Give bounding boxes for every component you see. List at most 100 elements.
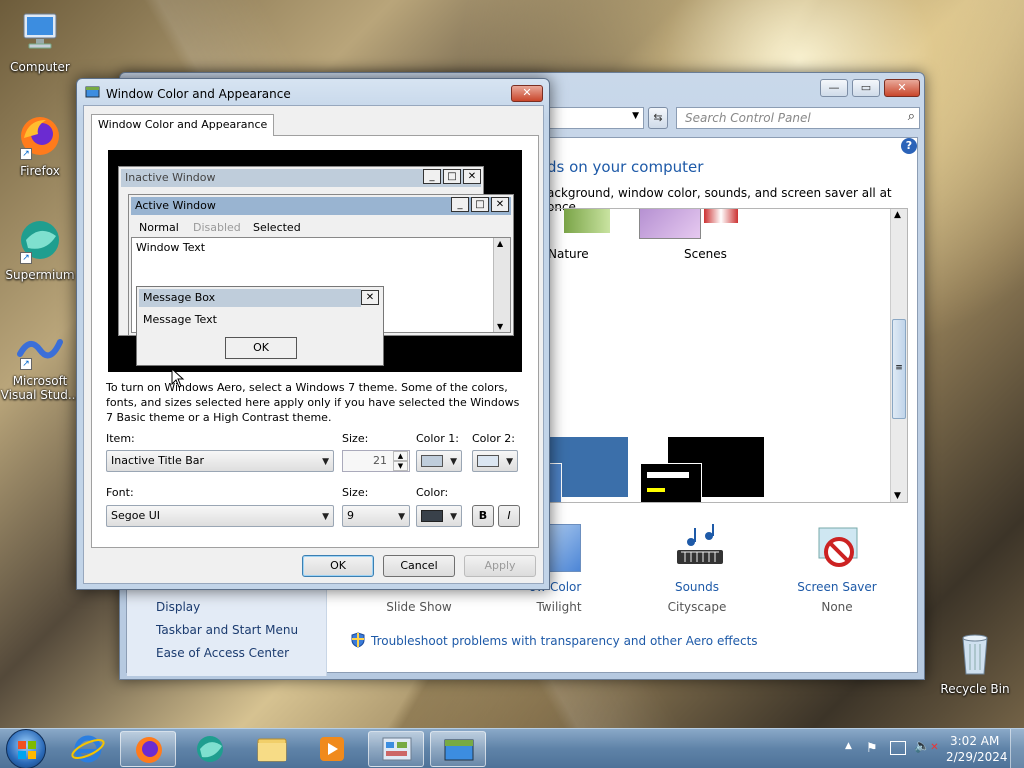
refresh-button[interactable]: ⇆ <box>648 107 668 129</box>
color1-picker[interactable]: ▼ <box>416 450 462 472</box>
troubleshoot-link[interactable]: Troubleshoot problems with transparency … <box>371 634 758 648</box>
shortcut-arrow-icon: ↗ <box>20 252 32 264</box>
chevron-up-icon: ▲ <box>497 239 504 248</box>
bold-button[interactable]: B <box>472 505 494 527</box>
ok-button[interactable]: OK <box>302 555 374 577</box>
maximize-button[interactable]: ▭ <box>852 79 880 97</box>
close-icon: ✕ <box>491 197 509 212</box>
close-icon: ✕ <box>361 290 379 305</box>
taskbar-media-player[interactable] <box>304 731 360 767</box>
font-color-swatch <box>421 510 443 522</box>
theme-list-scrollbar[interactable]: ▲ ≡ ▼ <box>890 209 907 502</box>
cancel-button[interactable]: Cancel <box>383 555 455 577</box>
chevron-up-icon[interactable]: ▲ <box>393 451 408 461</box>
search-icon[interactable]: ⌕ <box>908 109 915 124</box>
item-select[interactable]: Inactive Title Bar ▼ <box>106 450 334 472</box>
chevron-down-icon: ▼ <box>497 322 504 331</box>
sidebar-item-taskbar[interactable]: Taskbar and Start Menu <box>156 623 298 637</box>
appearance-preview: Inactive Window _ □ ✕ Active Window _ □ … <box>108 150 522 372</box>
tab-panel: Inactive Window _ □ ✕ Active Window _ □ … <box>91 135 539 548</box>
color2-swatch <box>477 455 499 467</box>
screen-saver-icon[interactable] <box>815 524 863 574</box>
taskbar-explorer[interactable] <box>244 731 300 767</box>
taskbar-control-panel[interactable] <box>368 731 424 767</box>
desktop-icon-supermium[interactable]: ↗ Supermium <box>0 216 80 282</box>
taskbar-supermium[interactable] <box>182 731 238 767</box>
chevron-down-icon: ▼ <box>398 512 405 522</box>
show-hidden-icons-button[interactable]: ▲ <box>845 741 852 751</box>
window-color-swatch[interactable] <box>547 524 581 572</box>
appearance-icon <box>444 739 474 761</box>
font-size-select[interactable]: 9 ▼ <box>342 505 410 527</box>
visual-studio-icon: ↗ <box>16 330 64 370</box>
sidebar: Display Taskbar and Start Menu Ease of A… <box>127 586 327 676</box>
screen-saver-link[interactable]: Screen Saver <box>777 580 897 594</box>
font-color-picker[interactable]: ▼ <box>416 505 462 527</box>
sounds-link[interactable]: Sounds <box>637 580 757 594</box>
show-desktop-button[interactable] <box>1010 729 1024 768</box>
dialog-close-button[interactable]: ✕ <box>511 85 543 102</box>
taskbar-firefox[interactable] <box>120 731 176 767</box>
italic-button[interactable]: I <box>498 505 520 527</box>
sounds-icon[interactable] <box>675 524 727 574</box>
start-button[interactable] <box>6 729 46 768</box>
maximize-icon: □ <box>471 197 489 212</box>
desktop-icon-visual-studio[interactable]: ↗ Microsoft Visual Stud... <box>0 330 80 402</box>
tab-window-color-appearance[interactable]: Window Color and Appearance <box>91 114 275 136</box>
network-icon[interactable] <box>890 741 906 755</box>
preview-menu-disabled: Disabled <box>193 221 241 234</box>
theme-thumb-scenes[interactable] <box>639 209 701 239</box>
desktop-icon-label: Firefox <box>20 164 60 178</box>
dialog-title: Window Color and Appearance <box>106 87 291 101</box>
color2-picker[interactable]: ▼ <box>472 450 518 472</box>
minimize-button[interactable]: — <box>820 79 848 97</box>
desktop-icon-label: Microsoft Visual Stud... <box>0 374 80 402</box>
taskbar-appearance[interactable] <box>430 731 486 767</box>
theme-label-scenes: Scenes <box>684 247 727 261</box>
theme-list[interactable]: Nature Scenes ▲ ≡ ▼ <box>533 208 908 503</box>
chevron-down-icon: ▼ <box>450 457 457 467</box>
font-color-label: Color: <box>416 486 449 499</box>
desktop-icon-computer[interactable]: Computer <box>0 8 80 74</box>
desktop-icon-firefox[interactable]: ↗ Firefox <box>0 112 80 178</box>
theme-label-nature: Nature <box>548 247 589 261</box>
clock-time[interactable]: 3:02 AM <box>950 734 999 748</box>
desktop-icon-recycle-bin[interactable]: Recycle Bin <box>935 630 1015 696</box>
firefox-icon: ↗ <box>16 112 64 160</box>
chevron-up-icon[interactable]: ▲ <box>894 210 901 220</box>
font-select-value: Segoe UI <box>111 509 161 522</box>
page-title: ds on your computer <box>547 158 704 176</box>
windows-logo-icon <box>18 741 36 759</box>
item-select-value: Inactive Title Bar <box>111 454 205 467</box>
window-color-appearance-dialog[interactable]: Window Color and Appearance ✕ Window Col… <box>76 78 550 590</box>
theme-thumb-nature[interactable] <box>564 209 610 233</box>
computer-icon <box>16 8 64 56</box>
color1-swatch <box>421 455 443 467</box>
firefox-icon <box>136 737 162 763</box>
chevron-down-icon[interactable]: ▼ <box>632 111 639 121</box>
chevron-down-icon[interactable]: ▼ <box>393 461 408 471</box>
scrollbar-thumb[interactable]: ≡ <box>892 319 906 419</box>
close-icon: ✕ <box>463 169 481 184</box>
shortcut-arrow-icon: ↗ <box>20 358 32 370</box>
sidebar-item-display[interactable]: Display <box>156 600 200 614</box>
volume-muted-icon[interactable]: 🔈✕ <box>914 739 939 754</box>
control-panel-icon <box>382 737 412 761</box>
help-icon[interactable]: ? <box>901 138 917 154</box>
preview-msgbox-title: Message Box <box>139 289 361 307</box>
close-button[interactable]: ✕ <box>884 79 920 97</box>
search-input[interactable]: Search Control Panel ⌕ <box>676 107 920 129</box>
font-select[interactable]: Segoe UI ▼ <box>106 505 334 527</box>
supermium-icon: ↗ <box>16 216 64 264</box>
chevron-down-icon[interactable]: ▼ <box>894 491 901 501</box>
clock-date[interactable]: 2/29/2024 <box>946 750 1008 764</box>
taskbar-ie[interactable] <box>60 731 116 767</box>
mouse-cursor <box>171 367 185 388</box>
sidebar-item-ease-of-access[interactable]: Ease of Access Center <box>156 646 289 660</box>
action-center-flag-icon[interactable]: ⚑ <box>866 741 878 756</box>
preview-menu-selected: Selected <box>253 221 301 234</box>
apply-button[interactable]: Apply <box>464 555 536 577</box>
recycle-bin-icon <box>951 630 999 678</box>
minimize-icon: _ <box>423 169 441 184</box>
size-stepper[interactable]: 21 ▲ ▼ <box>342 450 410 472</box>
